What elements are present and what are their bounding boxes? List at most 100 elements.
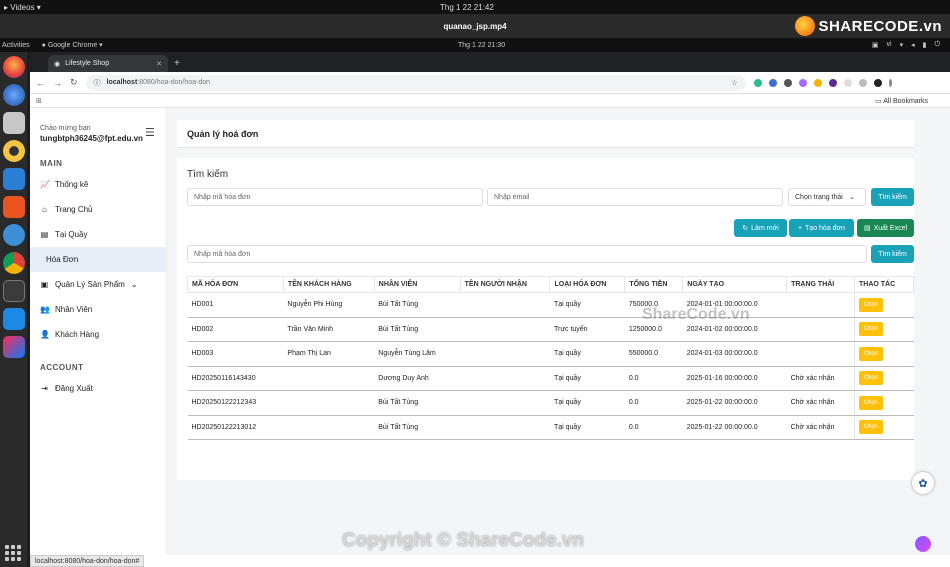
sidebar-item-invoices[interactable]: ▯ Hóa Đơn bbox=[30, 247, 166, 272]
sidebar-item-customers[interactable]: 👤 Khách Hàng bbox=[30, 322, 166, 347]
chevron-down-icon: ⌄ bbox=[848, 194, 855, 201]
close-tab-icon[interactable]: ✕ bbox=[156, 60, 162, 68]
activities-button[interactable]: Activities bbox=[0, 42, 30, 49]
forward-icon[interactable]: → bbox=[53, 78, 62, 88]
reload-icon[interactable]: ↻ bbox=[70, 77, 78, 88]
table-cell: 0.0 bbox=[624, 414, 683, 440]
select-button[interactable]: Chọn bbox=[859, 395, 883, 410]
sidebar-item-products[interactable]: ▣ Quản Lý Sản Phẩm ⌄ bbox=[30, 272, 166, 297]
invoice-code-input[interactable]: Nhập mã hóa đơn bbox=[187, 188, 483, 206]
app-menu[interactable]: ● Google Chrome ▾ bbox=[42, 41, 103, 49]
table-cell: HD20250116143430 bbox=[187, 365, 284, 391]
show-apps-icon[interactable] bbox=[5, 545, 21, 561]
rhythmbox-icon[interactable] bbox=[2, 140, 25, 162]
sidebar-item-home[interactable]: ⌂ Trang Chủ bbox=[30, 197, 166, 222]
column-header: NHÂN VIÊN bbox=[373, 276, 461, 293]
table-header-row: MÃ HÓA ĐƠN TÊN KHÁCH HÀNG NHÂN VIÊN TÊN NGƯ… bbox=[187, 276, 914, 293]
extension-icon[interactable] bbox=[813, 78, 822, 87]
apps-grid-icon[interactable]: ⊞ bbox=[36, 97, 42, 105]
ubuntu-clock: Thg 1 22 21:30 bbox=[458, 41, 506, 49]
table-cell: Bùi Tất Tùng bbox=[374, 316, 461, 342]
os-top-bar: ▸ Videos ▾ Thg 1 22 21:42 bbox=[0, 0, 950, 14]
table-cell: HD002 bbox=[187, 316, 284, 342]
url-field[interactable]: ⓘ localhost:8080/hoa-don/hoa-don ☆ bbox=[85, 74, 746, 91]
extension-icon[interactable] bbox=[783, 78, 792, 87]
action-cell: Chọn bbox=[854, 414, 914, 440]
table-cell: Tại quầy bbox=[549, 341, 625, 367]
sidebar-item-label: Trang Chủ bbox=[55, 205, 93, 214]
table-cell: 2025-01-16 00:00:00.0 bbox=[682, 365, 787, 391]
select-button[interactable]: Chọn bbox=[859, 297, 883, 312]
intellij-icon[interactable] bbox=[2, 336, 25, 358]
terminal-icon[interactable] bbox=[2, 280, 25, 302]
table-cell: 2025-01-22 00:00:00.0 bbox=[682, 414, 787, 440]
ubuntu-panel: Activities ● Google Chrome ▾ Thg 1 22 21… bbox=[0, 38, 950, 52]
select-button[interactable]: Chọn bbox=[859, 420, 883, 435]
select-button[interactable]: Chọn bbox=[859, 322, 883, 337]
writer-icon[interactable] bbox=[2, 168, 25, 190]
search-button[interactable]: Tìm kiếm bbox=[871, 188, 914, 206]
extension-icon[interactable] bbox=[768, 78, 777, 87]
home-icon: ⌂ bbox=[42, 205, 47, 214]
status-url: localhost:8080/hoa-don/hoa-don# bbox=[30, 555, 145, 567]
sidebar-item-label: Thống kê bbox=[55, 180, 89, 189]
sidebar-item-employees[interactable]: 👥 Nhân Viên bbox=[30, 297, 166, 322]
sidebar-item-pos[interactable]: ▤ Tại Quầy bbox=[30, 222, 166, 247]
url-host: localhost bbox=[106, 79, 138, 86]
all-bookmarks-label: All Bookmarks bbox=[883, 97, 928, 105]
table-cell bbox=[460, 292, 550, 318]
extension-icon[interactable] bbox=[843, 78, 852, 87]
invoice-code-input-2[interactable]: Nhập mã hóa đơn bbox=[187, 245, 867, 263]
box-icon: ▣ bbox=[40, 280, 49, 289]
vscode-icon[interactable] bbox=[2, 308, 25, 330]
search-button-2[interactable]: Tìm kiếm bbox=[871, 245, 914, 263]
menu-kebab-icon[interactable] bbox=[888, 78, 892, 87]
extensions-puzzle-icon[interactable] bbox=[858, 78, 867, 87]
refresh-button[interactable]: ↻ Làm mới bbox=[734, 219, 787, 237]
sidebar-item-logout[interactable]: ⇥ Đăng Xuất bbox=[30, 376, 166, 401]
select-button[interactable]: Chọn bbox=[859, 371, 883, 386]
column-header: LOẠI HÓA ĐƠN bbox=[549, 276, 626, 293]
table-cell: HD20250122212343 bbox=[187, 390, 284, 416]
new-tab-button[interactable]: + bbox=[174, 58, 180, 69]
cash-register-icon: ▤ bbox=[40, 230, 49, 239]
invoice-panel: Tìm kiếm Nhập mã hóa đơn Nhập email Chọn… bbox=[177, 158, 914, 480]
select-button[interactable]: Chọn bbox=[859, 346, 883, 361]
browser-tab[interactable]: ◉ Lifestyle Shop ✕ bbox=[48, 55, 168, 72]
table-cell bbox=[460, 316, 550, 342]
hamburger-icon[interactable]: ☰ bbox=[145, 126, 155, 139]
extension-icon[interactable] bbox=[798, 78, 807, 87]
bookmark-star-icon[interactable]: ☆ bbox=[731, 79, 737, 87]
sidebar-item-label: Đăng Xuất bbox=[55, 384, 93, 393]
table-cell: Phạm Thị Lan bbox=[283, 341, 375, 367]
profile-avatar[interactable] bbox=[873, 78, 882, 87]
create-invoice-button[interactable]: + Tạo hóa đơn bbox=[789, 219, 854, 237]
software-icon[interactable] bbox=[2, 196, 25, 218]
table-cell: 0.0 bbox=[624, 390, 683, 416]
url-path: :8080/hoa-don/hoa-don bbox=[137, 79, 211, 86]
email-input[interactable]: Nhập email bbox=[487, 188, 783, 206]
chatgpt-float-icon[interactable]: ✿ bbox=[912, 472, 934, 494]
extension-icon[interactable] bbox=[753, 78, 762, 87]
app-menu-label: Google Chrome bbox=[47, 42, 98, 49]
logout-icon: ⇥ bbox=[41, 384, 48, 393]
videos-menu[interactable]: ▸ Videos ▾ bbox=[0, 3, 41, 12]
table-cell: Trực tuyến bbox=[549, 316, 625, 342]
sidebar-item-statistics[interactable]: 📈 Thống kê bbox=[30, 172, 166, 197]
firefox-icon[interactable] bbox=[2, 56, 25, 78]
table-cell: Bùi Tất Tùng bbox=[374, 414, 461, 440]
files-icon[interactable] bbox=[2, 112, 25, 134]
all-bookmarks[interactable]: ▭ All Bookmarks bbox=[875, 97, 928, 105]
system-tray[interactable]: ▣ vi ▾ ◂ ▮ ⏻ bbox=[872, 41, 940, 49]
address-bar-row: ← → ↻ ⓘ localhost:8080/hoa-don/hoa-don ☆ bbox=[30, 72, 950, 94]
back-icon[interactable]: ← bbox=[36, 78, 45, 88]
export-excel-button[interactable]: ▤ Xuất Excel bbox=[857, 219, 914, 237]
thunderbird-icon[interactable] bbox=[2, 84, 25, 106]
column-header: TỔNG TIỀN bbox=[624, 276, 684, 293]
status-select[interactable]: Chọn trạng thái ⌄ bbox=[788, 188, 866, 206]
assistant-float-icon[interactable] bbox=[915, 536, 931, 552]
help-icon[interactable] bbox=[2, 224, 25, 246]
chrome-icon[interactable] bbox=[2, 252, 25, 274]
sharecode-logo-text: SHARECODE.vn bbox=[818, 17, 942, 35]
extension-icon[interactable] bbox=[828, 78, 837, 87]
